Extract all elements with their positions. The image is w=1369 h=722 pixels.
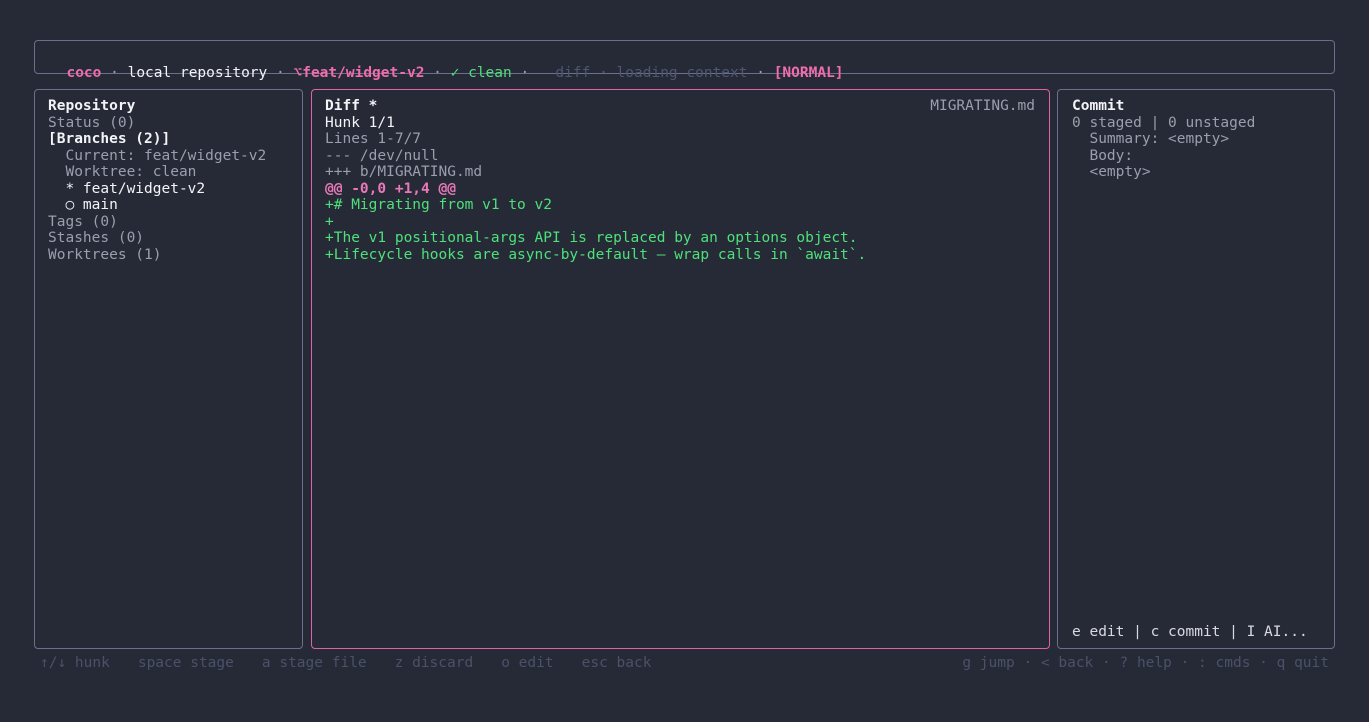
pane-title: Repository: [48, 98, 136, 114]
repo-label: local repository: [127, 64, 268, 81]
header-bar: coco · local repository · ⌥feat/widget-v…: [34, 40, 1335, 81]
diff-pane[interactable]: MIGRATING.md Diff * Hunk 1/1 Lines 1-7/7…: [311, 89, 1050, 649]
diff-added-line: +: [325, 213, 334, 230]
branch-item-main[interactable]: ○ main: [48, 197, 302, 214]
sidebar-item-stashes[interactable]: Stashes (0): [48, 230, 302, 247]
global-keybinding-hints: g jump · < back · ? help · : cmds · q qu…: [962, 655, 1329, 671]
hint-back: esc back: [581, 655, 652, 671]
current-branch-info: Current: feat/widget-v2: [48, 147, 267, 164]
branch-name: feat/widget-v2: [302, 64, 425, 81]
diff-added-line: +# Migrating from v1 to v2: [325, 197, 552, 213]
diff-old-file: --- /dev/null: [325, 147, 439, 164]
diff-file-name: MIGRATING.md: [930, 98, 1035, 114]
context-status: loading context: [616, 64, 748, 81]
diff-added-line: +Lifecycle hooks are async-by-default — …: [325, 246, 867, 263]
repository-pane[interactable]: Repository Status (0) [Branches (2)] Cur…: [34, 89, 303, 649]
pane-title: Commit: [1072, 98, 1125, 114]
separator: ·: [590, 64, 617, 81]
separator: ·: [101, 64, 128, 81]
hint-stage-file: a stage file: [261, 655, 367, 671]
separator: ·: [267, 64, 294, 81]
keybinding-hints: ↑/↓ hunk space stage a stage file z discard…: [40, 655, 651, 672]
hunk-header: @@ -0,0 +1,4 @@: [325, 180, 456, 197]
view-label: diff: [555, 64, 591, 81]
sidebar-item-worktrees[interactable]: Worktrees (1): [48, 247, 302, 264]
branch-icon: ⌥: [293, 64, 303, 81]
commit-body-field[interactable]: <empty>: [1072, 164, 1334, 181]
diff-added-line: +The v1 positional-args API is replaced …: [325, 230, 858, 246]
commit-body-label: Body:: [1072, 147, 1134, 164]
separator: ·: [747, 64, 774, 81]
separator: ·: [511, 64, 538, 81]
stage-counts: 0 staged | 0 unstaged: [1072, 114, 1256, 131]
hint-edit: o edit: [501, 655, 554, 671]
hunk-indicator: Hunk 1/1: [325, 114, 395, 131]
branch-item-active[interactable]: * feat/widget-v2: [48, 181, 302, 198]
separator: ·: [424, 64, 451, 81]
commit-pane[interactable]: Commit 0 staged | 0 unstaged Summary: <e…: [1057, 89, 1335, 649]
diff-new-file: +++ b/MIGRATING.md: [325, 164, 483, 180]
clean-status: ✓ clean: [450, 64, 512, 81]
app-name: coco: [66, 64, 102, 81]
hint-hunk: ↑/↓ hunk: [40, 655, 110, 671]
hint-stage: space stage: [137, 655, 234, 671]
sidebar-item-branches[interactable]: [Branches (2)]: [48, 131, 302, 148]
mode-indicator: [NORMAL]: [773, 64, 844, 81]
sidebar-item-tags[interactable]: Tags (0): [48, 214, 302, 231]
hint-discard: z discard: [394, 655, 474, 671]
worktree-info: Worktree: clean: [48, 164, 197, 180]
commit-summary-field[interactable]: Summary: <empty>: [1072, 131, 1334, 148]
commit-actions: e edit | c commit | I AI...: [1072, 623, 1308, 640]
sidebar-item-status[interactable]: Status (0): [48, 115, 302, 132]
lines-indicator: Lines 1-7/7: [325, 131, 422, 147]
